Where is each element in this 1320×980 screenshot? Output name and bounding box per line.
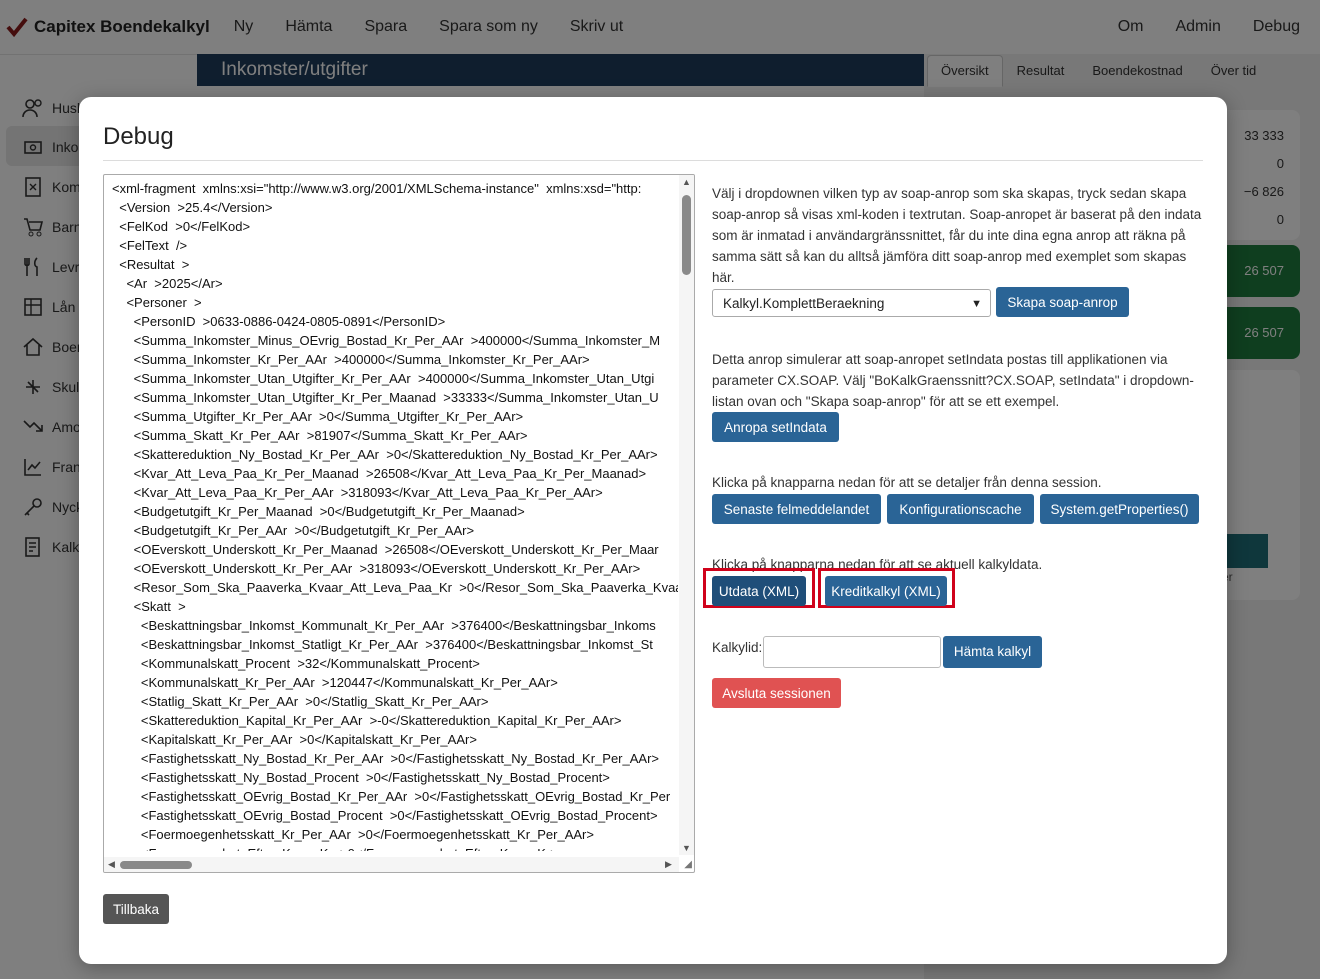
scroll-right-icon[interactable]: ▶ [665,859,672,870]
setindata-text: Detta anrop simulerar att soap-anropet s… [712,352,1194,409]
xml-line: <Summa_Inkomster_Kr_Per_AAr >400000</Sum… [112,352,590,367]
xml-line: <Beskattningsbar_Inkomst_Kommunalt_Kr_Pe… [112,618,656,633]
xml-line: <Summa_Inkomster_Utan_Utgifter_Kr_Per_Ma… [112,390,659,405]
xml-line: <FelKod >0</FelKod> [112,219,251,234]
xml-line: <Resor_Som_Ska_Paaverka_Kvaar_Att_Leva_P… [112,580,678,595]
xml-line: <Summa_Utgifter_Kr_Per_AAr >0</Summa_Utg… [112,409,524,424]
end-session-button[interactable]: Avsluta sessionen [712,678,841,708]
xml-line: <Budgetutgift_Kr_Per_AAr >0</Budgetutgif… [112,523,475,538]
xml-line: <Fastighetsskatt_Ny_Bostad_Kr_Per_AAr >0… [112,751,660,766]
xml-line: <Kommunalskatt_Procent >32</Kommunalskat… [112,656,480,671]
xml-line: <Foermoegenhetsskatt_Kr_Per_AAr >0</Foer… [112,827,594,842]
xml-content: <xml-fragment xmlns:xsi="http://www.w3.o… [112,179,678,851]
back-button[interactable]: Tillbaka [103,894,169,924]
session-text: Klicka på knapparna nedan för att se det… [712,475,1102,490]
xml-line: <Kapitalskatt_Kr_Per_AAr >0</Kapitalskat… [112,732,477,747]
xml-line: <Summa_Inkomster_Utan_Utgifter_Kr_Per_AA… [112,371,655,386]
xml-line: <Kvar_Att_Leva_Paa_Kr_Per_AAr >318093</K… [112,485,603,500]
xml-textarea[interactable]: <xml-fragment xmlns:xsi="http://www.w3.o… [103,174,695,873]
xml-line: <Ar >2025</Ar> [112,276,223,291]
latest-error-button[interactable]: Senaste felmeddelandet [712,494,881,524]
xml-line: <OEverskott_Underskott_Kr_Per_AAr >31809… [112,561,641,576]
setindata-button[interactable]: Anropa setIndata [712,412,839,442]
xml-line: <Skatt > [112,599,186,614]
system-properties-button[interactable]: System.getProperties() [1040,494,1199,524]
scroll-down-icon[interactable]: ▼ [682,843,691,853]
xml-line: <Budgetutgift_Kr_Per_Maanad >0</Budgetut… [112,504,525,519]
xml-line: <Skattereduktion_Kapital_Kr_Per_AAr >-0<… [112,713,622,728]
xml-line: <PersonID >0633-0886-0424-0805-0891</Per… [112,314,446,329]
xml-line: <Statlig_Skatt_Kr_Per_AAr >0</Statlig_Sk… [112,694,489,709]
config-cache-button[interactable]: Konfigurationscache [887,494,1034,524]
xml-line: <Kommunalskatt_Kr_Per_AAr >120447</Kommu… [112,675,558,690]
xml-line: <FelText /> [112,238,188,253]
utdata-xml-button[interactable]: Utdata (XML) [712,576,806,606]
xml-line: <Summa_Skatt_Kr_Per_AAr >81907</Summa_Sk… [112,428,528,443]
divider [103,160,1203,161]
xml-line: <OEverskott_Underskott_Kr_Per_Maanad >26… [112,542,659,557]
kreditkalkyl-xml-button[interactable]: Kreditkalkyl (XML) [825,576,947,606]
scroll-thumb[interactable] [682,195,691,275]
intro-text: Välj i dropdownen vilken typ av soap-anr… [712,186,1202,285]
modal-title: Debug [103,123,174,150]
xml-line: <Beskattningsbar_Inkomst_Statligt_Kr_Per… [112,637,653,652]
horizontal-scrollbar[interactable]: ◀ ▶ [104,857,679,872]
xml-line: <xml-fragment xmlns:xsi="http://www.w3.o… [112,181,642,196]
soap-type-select[interactable]: Kalkyl.KomplettBeraekning ▼ [712,289,991,317]
kalkylid-input[interactable] [763,636,941,668]
xml-line: <Skattereduktion_Ny_Bostad_Kr_Per_AAr >0… [112,447,658,462]
scroll-left-icon[interactable]: ◀ [108,859,115,870]
debug-modal: Debug <xml-fragment xmlns:xsi="http://ww… [79,97,1227,964]
xml-line: <Fastighetsskatt_OEvrig_Bostad_Procent >… [112,808,658,823]
vertical-scrollbar[interactable]: ▲ ▼ [679,175,694,855]
xml-line: <Foermoegenhet_Efter_Koep_Kr >0</Foermoe… [112,844,678,851]
create-soap-button[interactable]: Skapa soap-anrop [996,287,1129,317]
kalkylid-label: Kalkylid: [712,640,763,655]
select-value: Kalkyl.KomplettBeraekning [723,296,885,311]
chevron-down-icon: ▼ [971,298,982,310]
xml-line: <Kvar_Att_Leva_Paa_Kr_Per_Maanad >26508<… [112,466,647,481]
xml-line: <Personer > [112,295,202,310]
scroll-up-icon[interactable]: ▲ [682,177,691,187]
xml-line: <Version >25.4</Version> [112,200,273,215]
xml-line: <Fastighetsskatt_OEvrig_Bostad_Kr_Per_AA… [112,789,671,804]
xml-line: <Summa_Inkomster_Minus_OEvrig_Bostad_Kr_… [112,333,661,348]
xml-line: <Resultat > [112,257,190,272]
fetch-calc-button[interactable]: Hämta kalkyl [943,636,1042,668]
scroll-thumb[interactable] [120,861,192,869]
xml-line: <Fastighetsskatt_Ny_Bostad_Procent >0</F… [112,770,610,785]
resize-grip-icon[interactable]: ◢ [684,859,692,870]
